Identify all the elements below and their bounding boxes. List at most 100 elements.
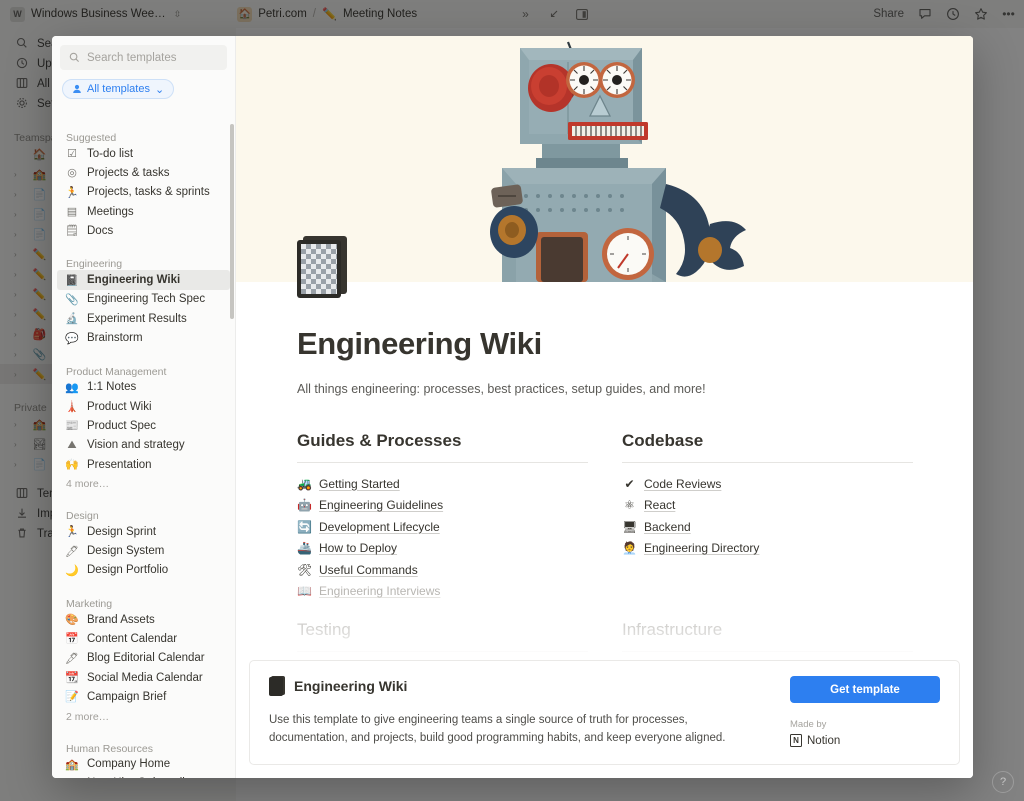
link-icon: ✔ [624,476,635,491]
template-group-header: Suggested [66,132,117,144]
page-link-useful-commands[interactable]: 🛠 Useful Commands [297,559,588,581]
all-templates-filter-button[interactable]: All templates ⌄ [62,79,175,99]
chevron-down-icon: ⌄ [154,83,165,96]
template-preview-panel: Engineering Wiki All things engineering:… [236,36,973,778]
author-name: Notion [807,734,841,747]
content-column: Guides & Processes 🚜 Getting Started 🤖 Engin… [297,431,588,602]
page-link-engineering-guidelines[interactable]: 🤖 Engineering Guidelines [297,495,588,517]
template-group-header: Engineering [66,258,123,271]
template-item-label: 1:1 Notes [87,381,137,394]
template-list-scrollbar[interactable] [230,124,234,319]
template-item-label: Product Wiki [87,400,152,413]
page-link-engineering-directory[interactable]: 🧑‍💼 Engineering Directory [622,538,913,560]
template-item-icon: 🏃 [65,526,79,539]
column-links: ✔ Code Reviews ⚛ React 🖥 Backend 🧑‍💼 Engineerin… [622,463,913,559]
template-item-projects-tasks[interactable]: ◎ Projects & tasks [57,163,230,182]
link-icon: 🚢 [297,541,312,556]
template-item-content-calendar[interactable]: 📅 Content Calendar [57,629,230,648]
page-link-engineering-interviews[interactable]: 📖 Engineering Interviews [297,581,588,603]
link-label: React [644,498,676,513]
template-item-design-portfolio[interactable]: 🌙 Design Portfolio [57,561,230,580]
template-item-label: Social Media Calendar [87,671,203,684]
template-group-more-link[interactable]: 2 more… [52,707,235,725]
link-label: How to Deploy [319,541,398,556]
template-item-label: Design Sprint [87,525,157,538]
template-item-to-do-list[interactable]: ☑ To-do list [57,144,230,163]
template-item-label: Design System [87,545,165,558]
template-item-presentation[interactable]: 🙌 Presentation [57,455,230,474]
template-item-icon: 📅 [65,633,79,646]
template-item-meetings[interactable]: ▤ Meetings [57,202,230,221]
template-item-icon: 💬 [65,332,79,345]
template-item-docs[interactable]: 🗒 Docs [57,221,230,240]
template-item-icon: 🏫 [65,758,79,771]
column-heading: Codebase [622,431,913,463]
link-label: Engineering Directory [644,541,760,556]
template-groups-scroll[interactable]: Suggested ☑ To-do list ◎ Projects & tasks 🏃 Pr… [52,114,235,778]
template-item-icon: 🖋 [65,652,79,665]
template-item-blog-editorial-calendar[interactable]: 🖋 Blog Editorial Calendar [57,649,230,668]
template-item-label: Docs [87,224,114,237]
link-icon: 🛠 [297,562,313,577]
link-icon: 🚜 [297,476,312,491]
author-row: N Notion [790,734,940,747]
link-label: Backend [644,519,691,534]
help-button[interactable]: ? [992,771,1014,793]
made-by-label: Made by [790,719,827,730]
template-item-new-hire-onboarding[interactable]: 🏨 New Hire Onboarding [57,774,230,778]
template-item-label: Engineering Tech Spec [87,293,206,306]
page-link-backend[interactable]: 🖥 Backend [622,516,913,538]
template-item-product-wiki[interactable]: 🗼 Product Wiki [57,397,230,416]
preview-document: Engineering Wiki All things engineering:… [236,282,973,660]
template-item-projects-tasks-sprints[interactable]: 🏃 Projects, tasks & sprints [57,183,230,202]
template-item-brainstorm[interactable]: 💬 Brainstorm [57,328,230,347]
template-item-design-sprint[interactable]: 🏃 Design Sprint [57,522,230,541]
link-icon: 🖥 [622,519,638,534]
template-item-icon: 🏨 [65,777,79,779]
app-root: W Windows Business Wee… ⇳ 🏠 Petri.com / … [0,0,1024,801]
page-icon-checkered-notebook [297,236,349,298]
template-name: Engineering Wiki [294,678,408,694]
column-heading: Guides & Processes [297,431,588,463]
template-actions: Get template Made by N Notion [790,676,940,747]
checkered-notebook-icon [269,676,285,696]
template-item-design-system[interactable]: 🖊 Design System [57,541,230,560]
template-item-icon: 🗼 [65,401,79,414]
template-item-label: To-do list [87,147,134,160]
link-label: Code Reviews [644,476,722,491]
template-item-experiment-results[interactable]: 🔬 Experiment Results [57,309,230,328]
template-item-1-1-notes[interactable]: 👥 1:1 Notes [57,378,230,397]
content-column: Codebase ✔ Code Reviews ⚛ React 🖥 Backend 🧑‍💼 En… [622,431,913,602]
template-item-icon: ▤ [66,206,78,219]
page-link-code-reviews[interactable]: ✔ Code Reviews [622,473,913,495]
template-item-label: New Hire Onboarding [87,777,198,778]
template-group-more-link[interactable]: 4 more… [52,474,235,492]
template-item-brand-assets[interactable]: 🎨 Brand Assets [57,610,230,629]
template-item-company-home[interactable]: 🏫 Company Home [57,755,230,774]
page-link-how-to-deploy[interactable]: 🚢 How to Deploy [297,538,588,560]
person-icon [72,84,82,94]
link-icon: ⚛ [624,498,635,513]
page-link-development-lifecycle[interactable]: 🔄 Development Lifecycle [297,516,588,538]
template-item-social-media-calendar[interactable]: 📆 Social Media Calendar [57,668,230,687]
template-description: Use this template to give engineering te… [269,714,726,744]
get-template-button[interactable]: Get template [790,676,940,703]
template-item-engineering-tech-spec[interactable]: 📎 Engineering Tech Spec [57,290,230,309]
template-item-label: Meetings [87,205,134,218]
template-item-label: Brand Assets [87,613,155,626]
page-link-getting-started[interactable]: 🚜 Getting Started [297,473,588,495]
search-templates-input[interactable]: Search templates [60,45,227,70]
content-fade-mask [236,600,973,660]
template-item-campaign-brief[interactable]: 📝 Campaign Brief [57,687,230,706]
template-group-header: Marketing [66,598,113,611]
template-item-engineering-wiki[interactable]: 📓 Engineering Wiki [57,270,230,290]
template-item-product-spec[interactable]: 📰 Product Spec [57,416,230,435]
template-footer: Engineering Wiki Use this template to gi… [236,660,973,778]
link-label: Engineering Guidelines [319,498,444,513]
column-links: 🚜 Getting Started 🤖 Engineering Guidelines 🔄… [297,463,588,602]
template-item-label: Presentation [87,458,152,471]
template-item-vision-and-strategy[interactable]: ⛰ Vision and strategy [57,436,230,455]
template-item-icon: 📎 [65,293,79,306]
link-label: Development Lifecycle [319,519,440,534]
page-link-react[interactable]: ⚛ React [622,495,913,517]
